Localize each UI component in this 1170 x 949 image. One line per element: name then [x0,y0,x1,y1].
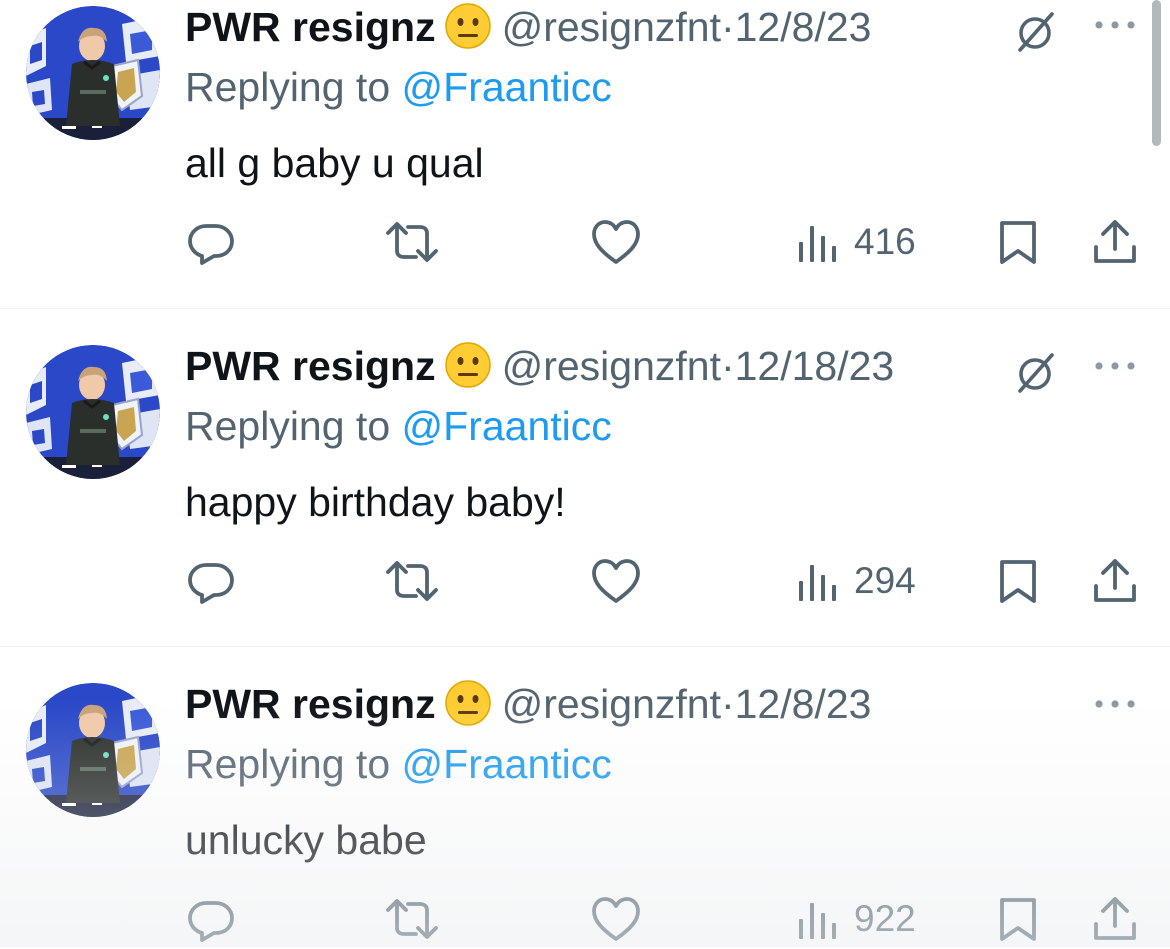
like-icon [590,218,642,266]
bookmark-button[interactable] [996,889,1040,949]
replying-to-line: Replying to @Fraanticc [185,739,612,789]
reply-feed: PWR resignz @resignzfnt·12/8/23 Replying … [0,0,1170,947]
replying-to-prefix: Replying to [185,741,391,787]
separator-dot: · [720,343,735,389]
neutral-face-emoji [444,679,492,727]
avatar[interactable] [26,345,160,479]
replying-to-handle[interactable]: @Fraanticc [402,403,612,449]
more-icon[interactable] [1092,359,1138,373]
more-icon[interactable] [1092,697,1138,711]
scrollbar[interactable] [1152,0,1161,146]
retweet-icon [384,556,440,606]
like-button[interactable] [590,212,642,272]
replying-to-prefix: Replying to [185,64,391,110]
like-icon [590,895,642,943]
share-button[interactable] [1090,551,1140,611]
display-name[interactable]: PWR resignz [185,343,436,389]
reply-button[interactable] [186,889,236,949]
action-bar: 416 [0,212,1170,272]
tweet-card[interactable]: PWR resignz @resignzfnt·12/8/23 Replying … [0,0,1170,308]
tweet-header: PWR resignz @resignzfnt·12/8/23 [185,679,871,729]
reply-icon [186,217,236,267]
reply-button[interactable] [186,551,236,611]
like-icon [590,557,642,605]
bookmark-icon [996,556,1040,606]
retweet-button[interactable] [384,889,440,949]
views-icon [796,559,840,603]
bookmark-icon [996,894,1040,944]
avatar[interactable] [26,6,160,140]
user-handle[interactable]: @resignzfnt [502,681,721,727]
like-button[interactable] [590,889,642,949]
action-bar: 294 [0,551,1170,611]
avatar[interactable] [26,683,160,817]
views-icon [796,220,840,264]
views-button[interactable]: 922 [796,889,916,949]
bookmark-icon [996,217,1040,267]
tweet-header: PWR resignz @resignzfnt·12/18/23 [185,341,894,391]
retweet-button[interactable] [384,551,440,611]
views-count: 294 [854,560,916,601]
tweet-text: unlucky babe [185,817,427,863]
grok-icon[interactable] [1012,351,1058,397]
views-icon [796,897,840,941]
tweet-card[interactable]: PWR resignz @resignzfnt·12/18/23 Replying… [0,309,1170,646]
views-button[interactable]: 294 [796,551,916,611]
like-button[interactable] [590,551,642,611]
reply-icon [186,556,236,606]
replying-to-line: Replying to @Fraanticc [185,401,612,451]
replying-to-handle[interactable]: @Fraanticc [402,741,612,787]
action-bar: 922 [0,889,1170,949]
replying-to-handle[interactable]: @Fraanticc [402,64,612,110]
views-count: 416 [854,221,916,262]
share-icon [1090,894,1140,944]
retweet-button[interactable] [384,212,440,272]
share-button[interactable] [1090,212,1140,272]
neutral-face-emoji [444,341,492,389]
reply-button[interactable] [186,212,236,272]
bookmark-button[interactable] [996,551,1040,611]
tweet-date[interactable]: 12/8/23 [735,4,872,50]
reply-icon [186,894,236,944]
display-name[interactable]: PWR resignz [185,4,436,50]
display-name[interactable]: PWR resignz [185,681,436,727]
share-icon [1090,556,1140,606]
separator-dot: · [720,681,735,727]
tweet-header: PWR resignz @resignzfnt·12/8/23 [185,2,871,52]
user-handle[interactable]: @resignzfnt [502,4,721,50]
separator-dot: · [720,4,735,50]
user-handle[interactable]: @resignzfnt [502,343,721,389]
more-icon[interactable] [1092,18,1138,32]
replying-to-prefix: Replying to [185,403,391,449]
neutral-face-emoji [444,2,492,50]
tweet-date[interactable]: 12/18/23 [735,343,895,389]
views-count: 922 [854,898,916,939]
grok-icon[interactable] [1012,10,1058,56]
tweet-text: all g baby u qual [185,140,484,186]
views-button[interactable]: 416 [796,212,916,272]
replying-to-line: Replying to @Fraanticc [185,62,612,112]
tweet-card[interactable]: PWR resignz @resignzfnt·12/8/23 Replying … [0,647,1170,947]
tweet-text: happy birthday baby! [185,479,566,525]
bookmark-button[interactable] [996,212,1040,272]
retweet-icon [384,894,440,944]
tweet-date[interactable]: 12/8/23 [735,681,872,727]
share-button[interactable] [1090,889,1140,949]
retweet-icon [384,217,440,267]
share-icon [1090,217,1140,267]
